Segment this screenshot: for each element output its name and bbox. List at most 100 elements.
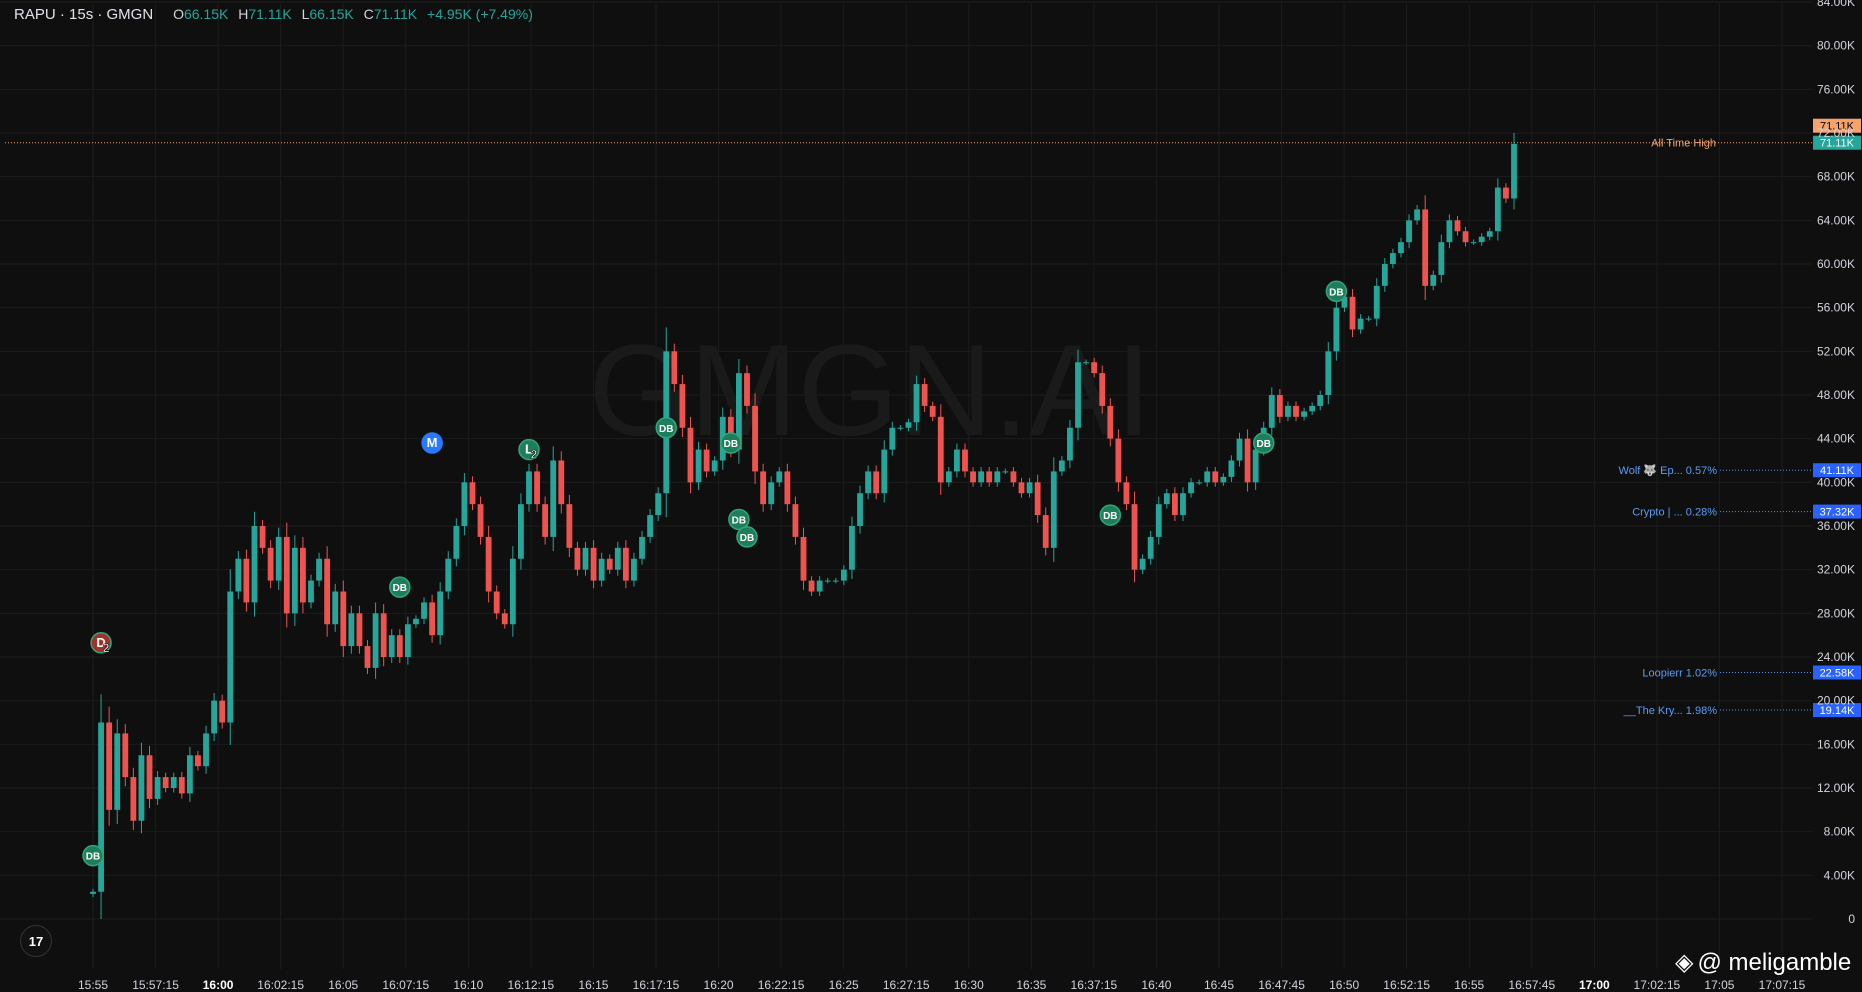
candle-body — [146, 755, 153, 799]
open-label: O — [173, 6, 184, 22]
credit-text: @ meligamble — [1697, 949, 1852, 976]
candle-body — [178, 777, 185, 794]
candle-body — [509, 558, 516, 625]
candle-body — [372, 613, 379, 668]
x-tick-label: 16:12:15 — [508, 978, 555, 992]
low-value: 66.15K — [309, 6, 354, 22]
candle-body — [994, 471, 1001, 483]
candle-body — [308, 580, 314, 603]
candle-body — [1454, 220, 1461, 232]
candle-body — [889, 427, 896, 450]
candle-body — [1236, 438, 1243, 461]
candle-body — [243, 558, 250, 603]
y-tick-label: 12.00K — [1817, 781, 1855, 795]
candle-body — [1131, 504, 1138, 570]
x-axis: 15:55 15:57:15 16:00 16:02:15 16:05 16:07:15 1… — [78, 978, 1806, 992]
candle-body — [937, 416, 944, 483]
y-tick-label: 4.00K — [1824, 868, 1855, 882]
candle-body — [962, 449, 968, 472]
candle-body — [1196, 482, 1203, 484]
candle-body — [162, 777, 169, 788]
candle-body — [1503, 187, 1509, 199]
candle-body — [1365, 318, 1372, 320]
candle-body — [1430, 274, 1437, 286]
close-value: 71.11K — [373, 6, 418, 22]
tradingview-logo-icon[interactable]: 17 — [20, 925, 52, 957]
y-tick-label: 76.00K — [1817, 82, 1855, 96]
y-tick-label: 60.00K — [1817, 257, 1855, 271]
candle-body — [388, 635, 395, 657]
candle-body — [574, 547, 581, 570]
holder-label: Wolf 🐺 Ep... 0.57% — [1619, 464, 1718, 477]
candle-body — [461, 482, 468, 526]
x-tick-label: 16:25 — [829, 978, 859, 992]
candle-body — [1018, 482, 1025, 494]
candle-body — [808, 580, 815, 592]
candle-body — [1115, 438, 1122, 483]
candle-body — [1486, 231, 1493, 237]
candle-body — [469, 482, 476, 505]
candle-body — [429, 602, 436, 636]
candle-body — [695, 449, 702, 483]
candle-body — [849, 526, 855, 570]
holder-label: Loopierr 1.02% — [1642, 668, 1717, 680]
trade-marker-label: DB — [86, 852, 100, 863]
candle-body — [340, 591, 347, 647]
candle-body — [631, 558, 637, 581]
candle-body — [1099, 373, 1106, 406]
candle-body — [655, 493, 662, 516]
candle-body — [1139, 558, 1146, 570]
candle-body — [784, 471, 791, 505]
candle-body — [1204, 471, 1211, 483]
trade-marker-label: DB — [740, 533, 754, 544]
candle-body — [348, 613, 355, 647]
candle-body — [1406, 220, 1412, 243]
ohlc-legend: RAPU · 15s · GMGN O66.15K H71.11K L66.15… — [14, 6, 533, 23]
trade-marker-label: DB — [1329, 287, 1343, 298]
x-tick-label: 16:27:15 — [883, 978, 930, 992]
candle-body — [776, 471, 783, 483]
candle-body — [518, 504, 524, 559]
candle-body — [1180, 493, 1186, 516]
candle-body — [606, 558, 613, 570]
candle-body — [929, 405, 936, 417]
open-value: 66.15K — [183, 6, 229, 22]
y-tick-label: 8.00K — [1824, 825, 1855, 839]
candle-body — [1026, 482, 1033, 494]
candle-body — [744, 373, 750, 406]
candle-body — [647, 515, 654, 537]
x-tick-label: 16:15 — [578, 978, 608, 992]
y-tick-label: 20.00K — [1817, 694, 1855, 708]
x-tick-label: 16:50 — [1329, 978, 1359, 992]
candle-body — [913, 384, 920, 423]
candle-body — [1163, 493, 1170, 505]
candle-body — [1325, 351, 1332, 395]
symbol-title[interactable]: RAPU · 15s · GMGN — [14, 6, 153, 23]
candle-body — [1147, 536, 1154, 559]
candle-body — [703, 449, 710, 472]
diamond-logo-icon: ◈ — [1675, 949, 1694, 976]
candle-body — [130, 777, 137, 821]
candle-body — [1067, 427, 1073, 461]
candle-body — [1333, 307, 1340, 352]
candle-body — [122, 733, 129, 778]
candle-body — [1050, 471, 1057, 548]
candle-body — [1188, 482, 1194, 494]
candle-body — [824, 580, 831, 582]
y-tick-label: 56.00K — [1817, 301, 1855, 315]
x-tick-label: 15:55 — [78, 978, 108, 992]
candle-body — [1058, 460, 1065, 472]
candle-body — [881, 449, 888, 494]
trade-marker-label: DB — [732, 515, 746, 526]
y-tick-label: 32.00K — [1817, 563, 1855, 577]
candle-body — [437, 591, 444, 636]
candle-body — [542, 504, 549, 537]
candle-body — [211, 700, 218, 734]
candle-body — [1422, 209, 1429, 286]
trade-marker-label: DB — [659, 424, 673, 435]
candle-body — [154, 777, 161, 799]
candle-body — [380, 613, 387, 657]
candle-body — [445, 558, 452, 592]
candle-body — [550, 460, 557, 537]
price-chart[interactable]: GMGN.AI Wolf 🐺 Ep... 0.57% 41.11KCrypto |… — [0, 0, 1862, 992]
